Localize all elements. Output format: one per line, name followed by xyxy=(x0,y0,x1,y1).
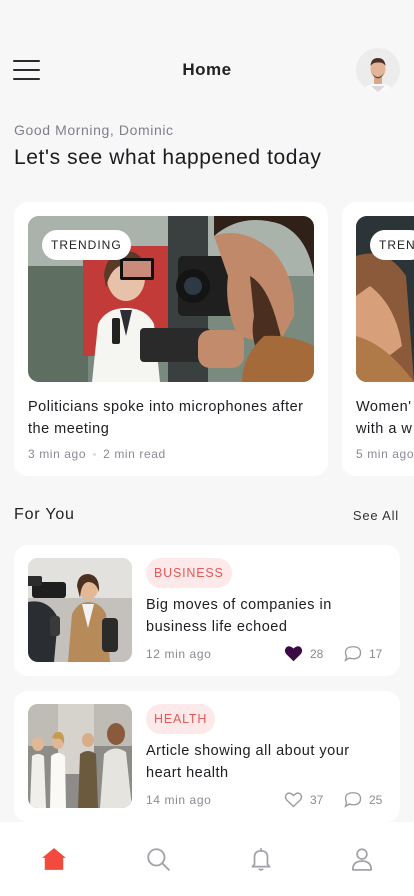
home-icon xyxy=(42,848,66,870)
page-title: Home xyxy=(182,60,232,79)
bell-icon xyxy=(251,848,271,871)
news-image xyxy=(28,558,132,662)
trending-badge: TREN xyxy=(370,230,414,260)
comment-count: 17 xyxy=(369,646,383,661)
app-header: Home xyxy=(0,0,414,112)
tab-profile[interactable] xyxy=(348,845,376,873)
category-badge[interactable]: HEALTH xyxy=(146,704,216,734)
trending-carousel[interactable]: TRENDING Politicians spoke into micropho… xyxy=(14,202,414,476)
profile-icon xyxy=(351,848,373,871)
comment-button[interactable]: 17 xyxy=(344,645,382,662)
news-time: 14 min ago xyxy=(146,793,212,807)
news-card[interactable]: HEALTH Article showing all about your he… xyxy=(14,691,400,822)
bottom-tab-bar xyxy=(0,822,414,896)
news-title: Article showing all about your heart hea… xyxy=(146,743,350,781)
search-icon xyxy=(147,848,170,871)
trending-meta: 5 min ago xyxy=(356,447,414,461)
news-time: 12 min ago xyxy=(146,647,212,661)
trending-badge: TRENDING xyxy=(42,230,131,260)
see-all-link[interactable]: See All xyxy=(353,508,399,523)
meta-separator xyxy=(93,453,97,457)
heart-filled-icon xyxy=(284,646,303,662)
like-button[interactable]: 28 xyxy=(284,645,323,662)
trending-title: Politicians spoke into microphones after… xyxy=(28,399,304,437)
tab-notifications[interactable] xyxy=(247,845,275,873)
trending-card[interactable]: TREN Women' with a w 5 min ago xyxy=(342,202,414,476)
comment-icon xyxy=(344,792,362,808)
like-count: 28 xyxy=(310,646,324,661)
user-avatar[interactable] xyxy=(356,48,400,92)
comment-icon xyxy=(344,646,362,662)
news-card[interactable]: BUSINESS Big moves of companies in busin… xyxy=(14,545,400,676)
comment-button[interactable]: 25 xyxy=(344,791,382,808)
category-badge[interactable]: BUSINESS xyxy=(146,558,232,588)
trending-card[interactable]: TRENDING Politicians spoke into micropho… xyxy=(14,202,328,476)
comment-count: 25 xyxy=(369,792,383,807)
trending-title: Women' with a w xyxy=(356,399,413,437)
tab-search[interactable] xyxy=(144,845,172,873)
trending-time: 5 min ago xyxy=(356,447,414,461)
like-count: 37 xyxy=(310,792,324,807)
heart-outline-icon xyxy=(284,792,303,808)
trending-image-overlay: TRENDING xyxy=(28,216,314,382)
trending-meta: 3 min ago 2 min read xyxy=(28,447,166,461)
trending-read-time: 2 min read xyxy=(103,447,166,461)
tab-home[interactable] xyxy=(40,845,68,873)
greeting-text: Good Morning, Dominic xyxy=(14,122,174,138)
for-you-title: For You xyxy=(14,506,75,523)
trending-time: 3 min ago xyxy=(28,447,87,461)
trending-image: TREN xyxy=(356,216,414,382)
news-title: Big moves of companies in business life … xyxy=(146,597,332,635)
headline-text: Let's see what happened today xyxy=(14,146,322,169)
like-button[interactable]: 37 xyxy=(284,791,323,808)
news-image xyxy=(28,704,132,808)
